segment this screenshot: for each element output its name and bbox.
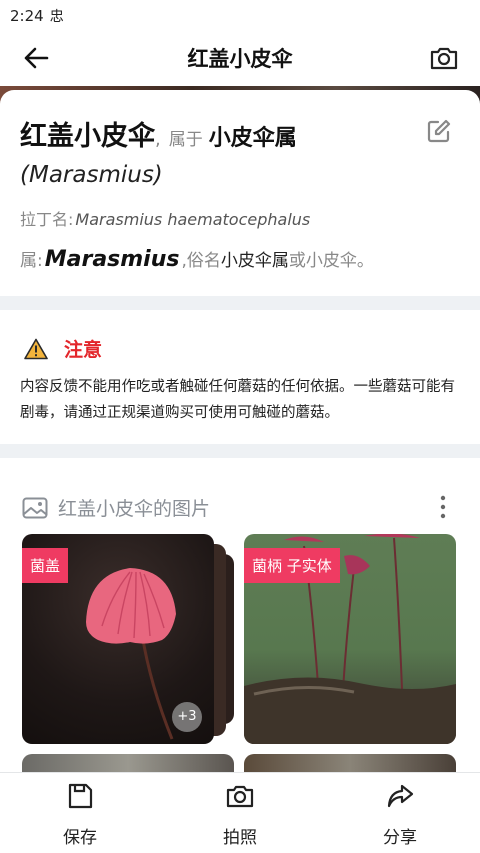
bottom-nav: 保存 拍照 分享 — [0, 772, 480, 853]
species-info-card: 红盖小皮伞, 属于 小皮伞属 (Marasmius) 拉丁名: Marasmius h… — [0, 90, 480, 296]
alias-prefix: ,俗名 — [181, 251, 221, 271]
photos-title: 红盖小皮伞的图片 — [58, 498, 211, 520]
genus-row: 属:Marasmius ,俗名小皮伞属或小皮伞。 — [20, 246, 374, 272]
status-bar: 2:24 忠 — [0, 0, 480, 30]
warning-card: 注意 内容反馈不能用作吃或者触碰任何蘑菇的任何依据。一些蘑菇可能有剧毒，请通过正… — [0, 310, 480, 444]
genus-latin: Marasmius — [44, 247, 180, 272]
nav-save-label: 保存 — [63, 828, 97, 848]
genus-common-name[interactable]: 小皮伞属 — [209, 126, 297, 151]
edit-icon[interactable] — [426, 118, 452, 144]
photo-tile-stem[interactable]: 菌柄 子实体 — [244, 534, 456, 744]
nav-camera-label: 拍照 — [223, 828, 257, 848]
warning-text: 内容反馈不能用作吃或者触碰任何蘑菇的任何依据。一些蘑菇可能有剧毒，请通过正规渠道… — [20, 379, 455, 421]
photo-tag: 菌盖 — [22, 548, 69, 583]
alias-join: 或 — [288, 251, 306, 271]
nav-share-label: 分享 — [383, 828, 417, 848]
share-icon — [387, 784, 414, 808]
save-icon — [68, 783, 93, 809]
arrow-left-icon[interactable] — [22, 44, 50, 72]
alias-1: 小皮伞属 — [220, 251, 289, 271]
photos-header: 红盖小皮伞的图片 — [22, 494, 210, 521]
notification-icon: 忠 — [49, 9, 64, 25]
status-time: 2:24 — [10, 7, 44, 25]
name-separator: , — [155, 129, 161, 150]
photo-tag: 菌柄 子实体 — [244, 548, 340, 583]
more-vert-icon[interactable] — [438, 494, 448, 520]
more-photos-badge[interactable]: +3 — [172, 702, 202, 732]
warning-icon — [24, 338, 48, 360]
species-common-name: 红盖小皮伞 — [20, 121, 155, 152]
nav-share[interactable]: 分享 — [360, 781, 440, 848]
camera-icon — [226, 785, 254, 808]
image-icon — [22, 497, 48, 518]
warning-title: 注意 — [64, 339, 103, 361]
latin-name: Marasmius haematocephalus — [75, 210, 311, 229]
alias-2: 小皮伞。 — [305, 251, 374, 271]
nav-save[interactable]: 保存 — [40, 781, 120, 848]
belongs-label: 属于 — [168, 130, 203, 150]
latin-name-row: 拉丁名: Marasmius haematocephalus — [20, 206, 310, 230]
app-bar: 红盖小皮伞 — [0, 30, 480, 86]
nav-camera[interactable]: 拍照 — [200, 781, 280, 848]
page-title: 红盖小皮伞 — [187, 47, 293, 71]
genus-label: 属: — [20, 251, 43, 271]
genus-latin-paren: (Marasmius) — [20, 162, 163, 188]
species-name-line: 红盖小皮伞, 属于 小皮伞属 — [20, 114, 297, 153]
latin-label: 拉丁名: — [20, 210, 74, 229]
photo-tile-cap[interactable]: 菌盖 +3 — [22, 534, 214, 744]
camera-icon[interactable] — [428, 42, 460, 74]
